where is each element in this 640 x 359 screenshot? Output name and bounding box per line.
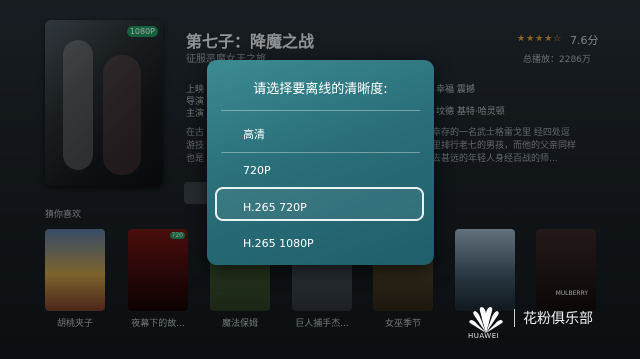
option-divider <box>221 152 420 153</box>
watermark-brand: HUAWEI <box>468 332 500 340</box>
huawei-logo-icon <box>469 307 503 333</box>
quality-option-h265-1080p[interactable]: H.265 1080P <box>243 237 314 250</box>
quality-option-h265-720p[interactable]: H.265 720P <box>243 201 307 214</box>
quality-option-720p[interactable]: 720P <box>243 164 271 177</box>
dialog-title: 请选择要离线的清晰度: <box>253 82 388 97</box>
dialog-divider <box>221 110 420 111</box>
watermark-text: 花粉俱乐部 <box>523 311 593 327</box>
quality-option-hd[interactable]: 高清 <box>243 126 265 142</box>
watermark-divider <box>514 309 515 327</box>
quality-dialog: 请选择要离线的清晰度: 高清 720P H.265 720P H.265 108… <box>207 60 434 265</box>
